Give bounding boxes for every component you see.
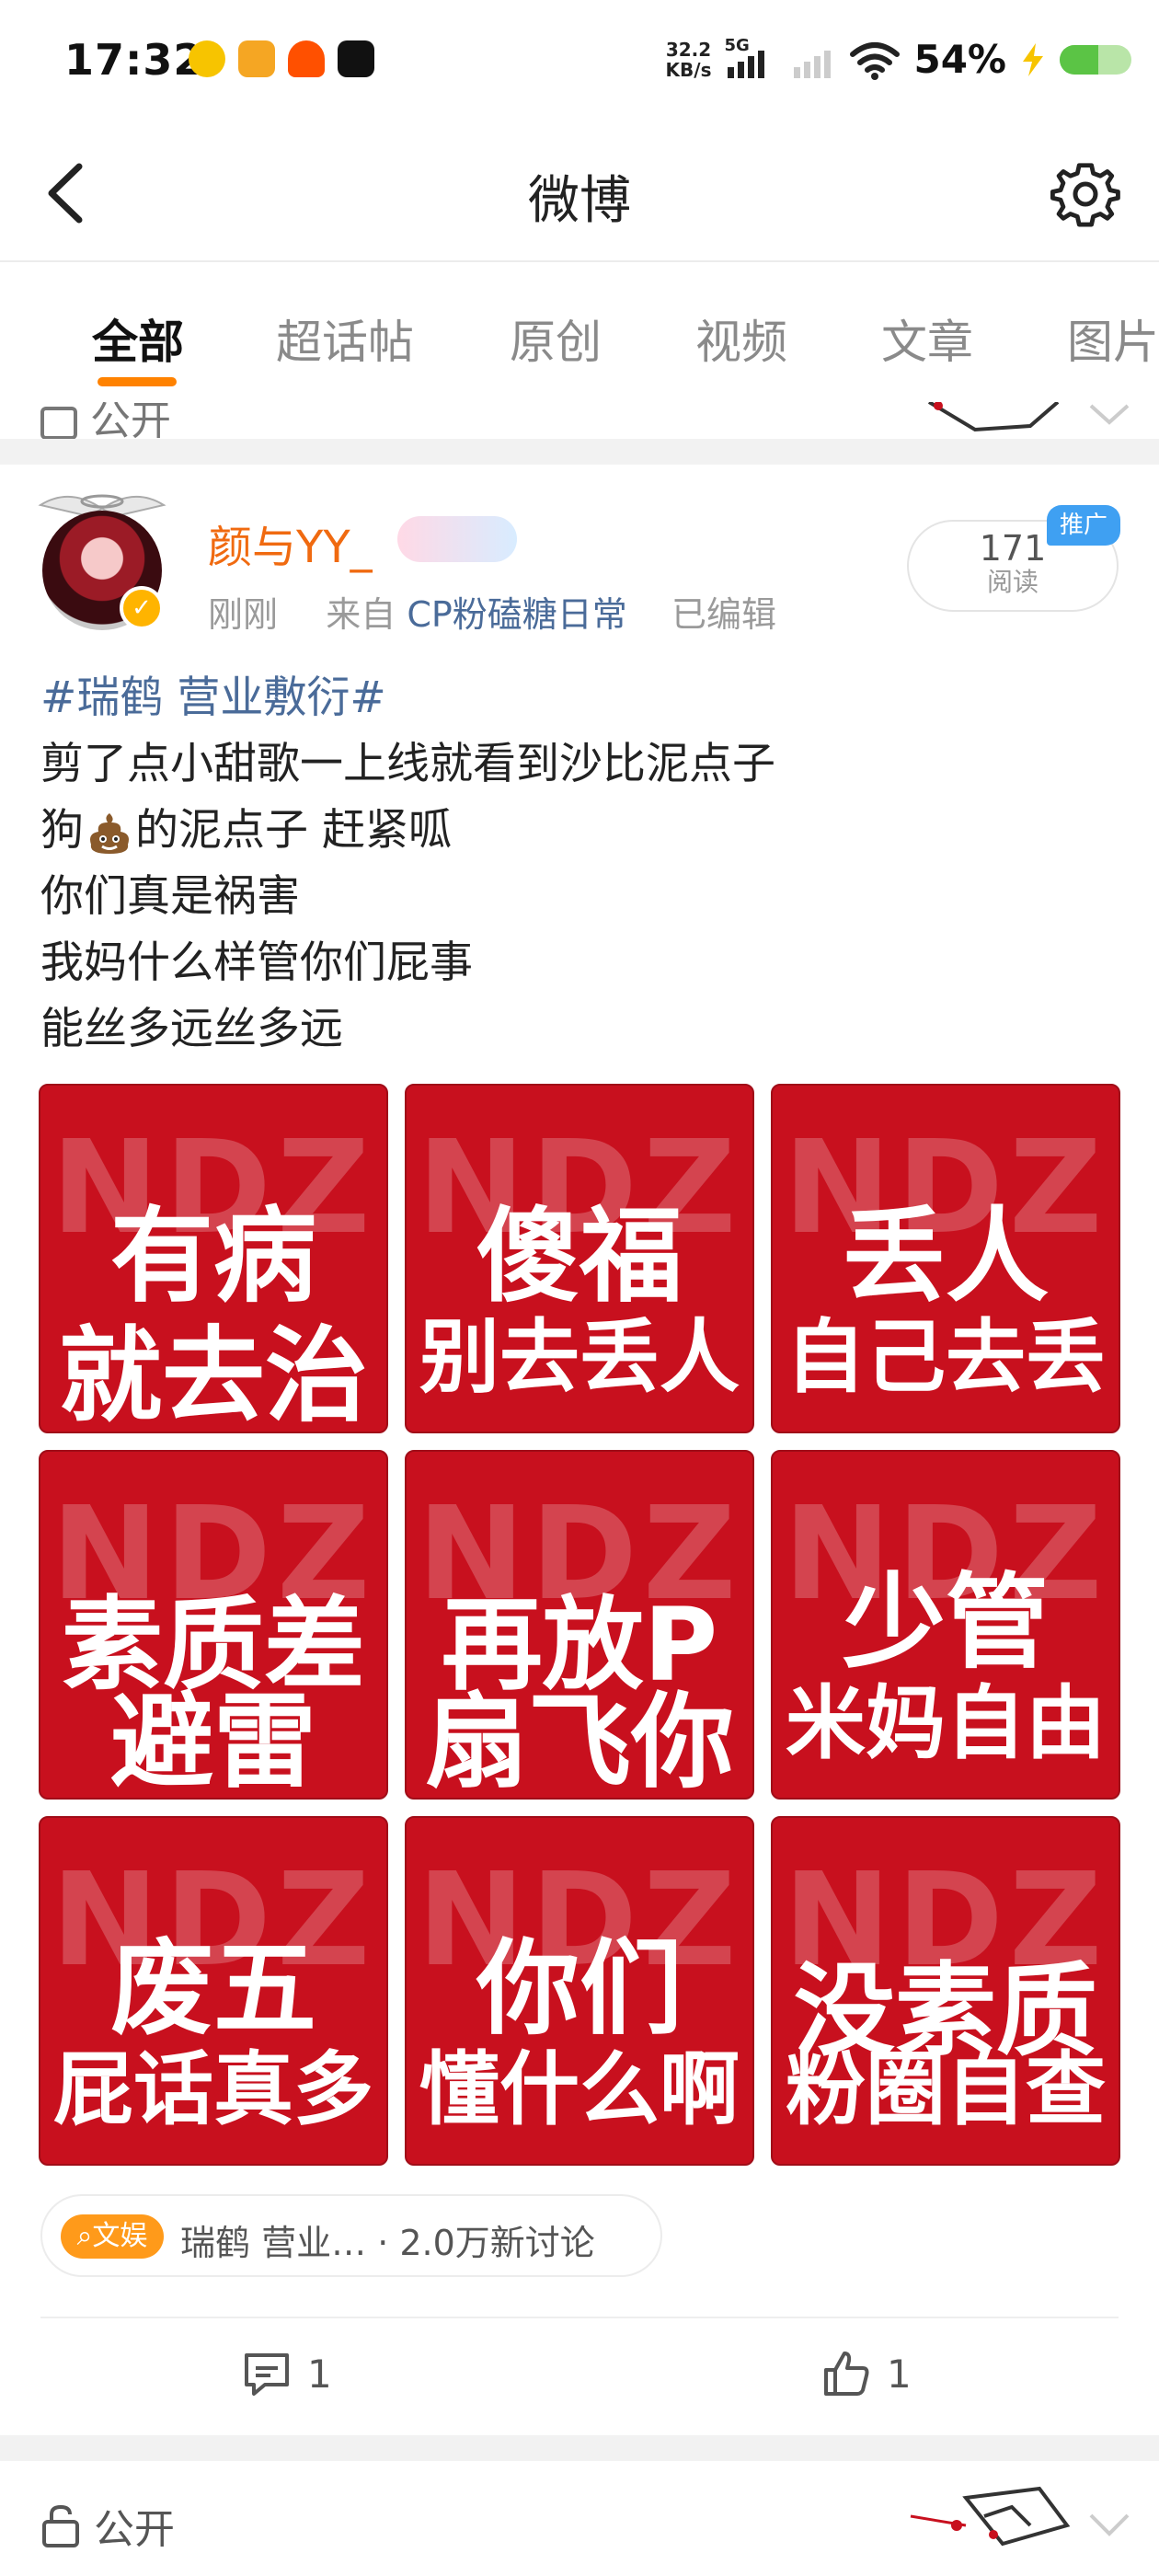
tab-images[interactable]: 图片 (1067, 305, 1159, 372)
comment-button[interactable]: 1 (241, 2341, 332, 2406)
previous-post-footer: 公开 (0, 402, 1159, 439)
post-image[interactable]: NDZ 傻福 别去丢人 (405, 1084, 754, 1433)
topic-category-tag: ⌕文娱 (61, 2214, 164, 2259)
post-source[interactable]: CP粉磕糖日常 (407, 594, 626, 635)
topic-category-label: 文娱 (92, 2220, 148, 2252)
post-image[interactable]: NDZ 再放P 扇飞你 (405, 1450, 754, 1800)
image-caption-bottom: 就去治 (59, 1317, 368, 1433)
tab-article[interactable]: 文章 (881, 305, 973, 372)
topic-chip-name: 瑞鹤 营业… (180, 2223, 367, 2263)
post-body: #瑞鹤 营业敷衍# 剪了点小甜歌一上线就看到沙比泥点子 狗 的泥点子 赶紧呱 你… (40, 665, 1126, 1063)
like-count: 1 (887, 2351, 912, 2397)
image-caption-bottom: 自己去丢 (786, 1310, 1106, 1404)
battery-percent: 54% (913, 37, 1006, 82)
charging-icon (1023, 42, 1043, 76)
edited-label: 已编辑 (671, 594, 776, 635)
comment-count: 1 (307, 2351, 332, 2397)
lock-icon (42, 2504, 79, 2547)
decorative-sticker-icon (927, 402, 1060, 432)
battery-icon (1060, 44, 1131, 75)
post-line: 能丝多远丝多远 (40, 1004, 343, 1054)
status-indicators: 32.2 KB/s 5G 54% (666, 36, 1131, 82)
expand-chevron-icon[interactable] (1087, 2512, 1131, 2539)
expand-chevron-icon[interactable] (1087, 402, 1131, 430)
image-caption-bottom: 懂什么啊 (419, 2042, 740, 2136)
post-image[interactable]: NDZ 丢人 自己去丢 (771, 1084, 1120, 1433)
feed-separator (0, 2435, 1159, 2461)
thumbs-up-icon (824, 2352, 869, 2396)
topic-chip-count: · 2.0万新讨论 (377, 2223, 595, 2263)
username[interactable]: 颜与YY_ (208, 511, 373, 575)
like-button[interactable]: 1 (820, 2341, 912, 2406)
post-line: 剪了点小甜歌一上线就看到沙比泥点子 (40, 739, 775, 789)
visibility-label: 公开 (40, 402, 171, 439)
visibility-text: 公开 (90, 402, 171, 439)
visibility-label: 公开 (40, 2496, 175, 2555)
image-caption-bottom: 避雷 (110, 1683, 316, 1800)
post-meta: 刚刚 来自 CP粉磕糖日常 已编辑 (208, 586, 776, 637)
tab-super-topic[interactable]: 超话帖 (276, 305, 414, 372)
weibo-notification-icon (238, 40, 275, 77)
visibility-text: 公开 (94, 2506, 175, 2553)
signal-5g-icon: 5G (724, 36, 779, 80)
topic-chip-text: 瑞鹤 营业… · 2.0万新讨论 (180, 2214, 595, 2265)
user-medal-icon (397, 516, 517, 562)
post-image[interactable]: NDZ 有病 就去治 (39, 1084, 388, 1433)
signal-empty-icon (794, 50, 832, 78)
top-nav-bar: 微博 (0, 124, 1159, 262)
post-time: 刚刚 (208, 594, 279, 635)
comment-icon (245, 2353, 289, 2396)
status-app-icons (189, 40, 374, 77)
post-line-part: 狗 (40, 805, 84, 856)
post-line: 我妈什么样管你们屁事 (40, 937, 473, 988)
tab-all[interactable]: 全部 (92, 305, 184, 372)
settings-button[interactable] (1050, 159, 1120, 229)
post-image[interactable]: NDZ 没素质 粉圈自查 (771, 1816, 1120, 2166)
image-caption-bottom: 扇飞你 (425, 1683, 734, 1800)
search-icon: ⌕ (76, 2220, 93, 2252)
status-bar: 17:32 32.2 KB/s 5G 54% (0, 0, 1159, 124)
image-grid: NDZ 有病 就去治 NDZ 傻福 别去丢人 NDZ 丢人 自己去丢 NDZ 素质差 避雷 NDZ 再放P… (39, 1084, 1120, 2166)
image-caption-bottom: 粉圈自查 (786, 2042, 1106, 2136)
app-notification-icon (189, 40, 225, 77)
post-line: 你们真是祸害 (40, 871, 300, 922)
action-divider (40, 2317, 1119, 2318)
tab-original[interactable]: 原创 (510, 305, 602, 372)
read-label: 阅读 (986, 567, 1039, 597)
topic-chip[interactable]: ⌕文娱 瑞鹤 营业… · 2.0万新讨论 (40, 2194, 662, 2277)
promote-badge[interactable]: 推广 (1047, 505, 1120, 546)
wifi-icon (850, 41, 901, 80)
verified-badge-icon: ✓ (120, 586, 164, 630)
lock-icon (40, 407, 77, 439)
post-image[interactable]: NDZ 废五 屁话真多 (39, 1816, 388, 2166)
post-image[interactable]: NDZ 少管 米妈自由 (771, 1450, 1120, 1800)
topic-hashtag[interactable]: #瑞鹤 营业敷衍# (40, 665, 1126, 731)
post-image[interactable]: NDZ 素质差 避雷 (39, 1450, 388, 1800)
image-caption-bottom: 米妈自由 (786, 1676, 1106, 1770)
post-line-with-emoji: 狗 的泥点子 赶紧呱 (40, 798, 1126, 864)
poop-emoji-icon (90, 812, 129, 854)
tiktok-notification-icon (338, 40, 374, 77)
source-prefix: 来自 (326, 594, 396, 635)
network-speed-unit: KB/s (665, 58, 712, 81)
image-caption-bottom: 别去丢人 (419, 1310, 740, 1404)
next-post-header: 公开 (0, 2461, 1159, 2576)
tab-video[interactable]: 视频 (695, 305, 787, 372)
gear-icon (1050, 163, 1120, 227)
active-tab-indicator (98, 377, 177, 386)
weibo-post: ✓ 颜与YY_ 刚刚 来自 CP粉磕糖日常 已编辑 171 阅读 推广 #瑞鹤 … (0, 465, 1159, 2424)
post-line-part: 的泥点子 赶紧呱 (135, 805, 452, 856)
filter-tabs: 全部 超话帖 原创 视频 文章 图片 (0, 264, 1159, 402)
avatar[interactable]: ✓ (33, 492, 171, 630)
page-title: 微博 (528, 171, 631, 231)
image-caption-bottom: 屁话真多 (53, 2042, 373, 2136)
taobao-notification-icon (288, 40, 325, 77)
decorative-sticker-icon (910, 2486, 1071, 2547)
network-speed: 32.2 KB/s (666, 40, 712, 80)
network-speed-value: 32.2 (665, 38, 712, 61)
feed-separator (0, 439, 1159, 465)
status-time: 17:32 (64, 35, 204, 85)
post-image[interactable]: NDZ 你们 懂什么啊 (405, 1816, 754, 2166)
